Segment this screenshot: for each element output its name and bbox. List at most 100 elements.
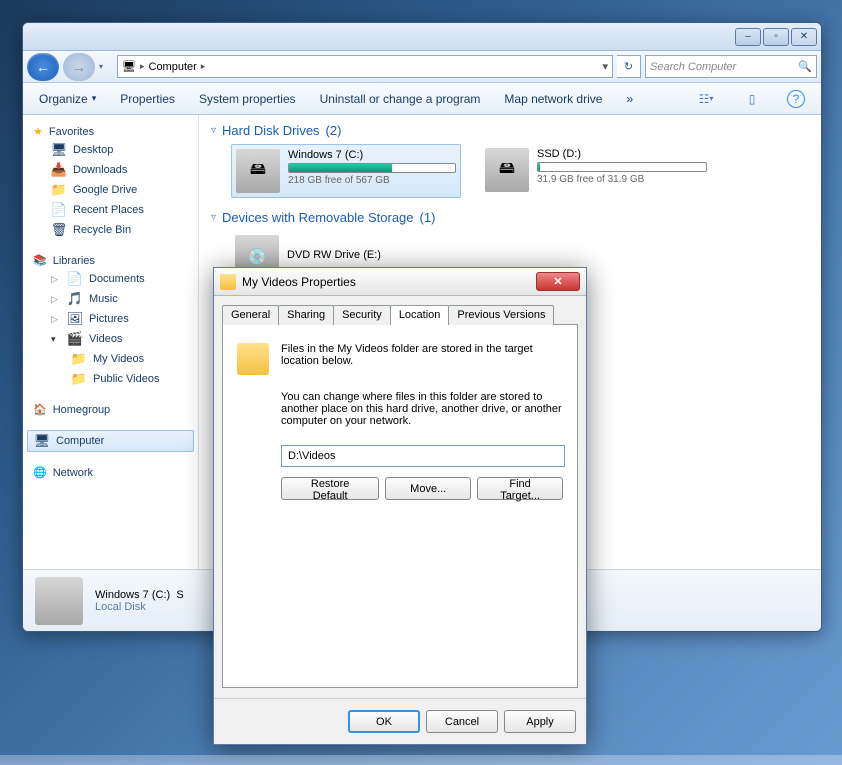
hard-drive-icon: 🖴: [485, 148, 529, 192]
sidebar-item-label: Computer: [56, 435, 104, 447]
section-count: (2): [326, 123, 342, 138]
system-properties-button[interactable]: System properties: [199, 92, 296, 106]
view-options-button[interactable]: ☷ ▾: [695, 89, 717, 109]
drive-name: Windows 7 (C:): [288, 149, 456, 161]
favorites-header[interactable]: ★Favorites: [23, 123, 198, 140]
libraries-label: Libraries: [53, 255, 95, 267]
close-button[interactable]: ✕: [791, 28, 817, 46]
apply-button[interactable]: Apply: [504, 710, 576, 733]
dialog-title: My Videos Properties: [242, 275, 356, 289]
sidebar-item-label: Recent Places: [73, 204, 144, 216]
sidebar-item-desktop[interactable]: 🖥Desktop: [23, 140, 198, 160]
minimize-icon: –: [745, 31, 751, 42]
drive-usage-bar: [288, 163, 456, 173]
drive-name: DVD RW Drive (E:): [287, 249, 457, 261]
dialog-titlebar[interactable]: My Videos Properties ✕: [214, 268, 586, 296]
nav-forward-button[interactable]: →: [63, 53, 95, 81]
libraries-header[interactable]: 📚 Libraries: [23, 252, 198, 269]
tree-collapsed-icon[interactable]: ▷: [51, 294, 61, 305]
section-label: Hard Disk Drives: [222, 123, 320, 138]
command-toolbar: Organize ▾ Properties System properties …: [23, 83, 821, 115]
refresh-button[interactable]: ↻: [617, 55, 641, 78]
desktop-icon: 🖥: [51, 142, 67, 158]
map-drive-button[interactable]: Map network drive: [504, 92, 602, 106]
collapse-icon[interactable]: ▿: [211, 125, 216, 136]
tree-collapsed-icon[interactable]: ▷: [51, 314, 61, 325]
libraries-icon: 📚: [33, 254, 47, 267]
sidebar-item-label: Recycle Bin: [73, 224, 131, 236]
network-header[interactable]: 🌐Network: [23, 464, 198, 481]
sidebar-item-google-drive[interactable]: 📁Google Drive: [23, 180, 198, 200]
homegroup-label: Homegroup: [53, 404, 110, 416]
sidebar-item-label: Pictures: [89, 313, 129, 325]
taskbar[interactable]: [0, 755, 842, 765]
find-target-button[interactable]: Find Target...: [477, 477, 563, 500]
network-icon: 🌐: [33, 466, 47, 479]
drive-usage-bar: [537, 162, 707, 172]
minimize-button[interactable]: –: [735, 28, 761, 46]
sidebar-item-documents[interactable]: ▷📄Documents: [23, 269, 198, 289]
sidebar-item-recent-places[interactable]: 📄Recent Places: [23, 200, 198, 220]
sidebar-item-videos[interactable]: ▾🎬Videos: [23, 329, 198, 349]
sidebar-item-label: Music: [89, 293, 118, 305]
search-placeholder: Search Computer: [650, 61, 736, 73]
nav-history-dropdown[interactable]: ▾: [99, 62, 113, 71]
tab-previous-versions[interactable]: Previous Versions: [448, 305, 554, 325]
restore-default-button[interactable]: Restore Default: [281, 477, 379, 500]
status-overflow: S: [176, 589, 183, 601]
search-input[interactable]: Search Computer 🔍: [645, 55, 817, 78]
breadcrumb-computer[interactable]: Computer: [149, 61, 197, 73]
location-description: You can change where files in this folde…: [281, 391, 563, 427]
sidebar-item-recycle-bin[interactable]: 🗑Recycle Bin: [23, 220, 198, 240]
videos-icon: 🎬: [67, 331, 83, 347]
search-icon: 🔍: [798, 60, 812, 73]
ok-button[interactable]: OK: [348, 710, 420, 733]
sidebar-item-label: My Videos: [93, 353, 144, 365]
address-dropdown-icon[interactable]: ▾: [602, 60, 608, 73]
uninstall-button[interactable]: Uninstall or change a program: [320, 92, 481, 106]
drive-c[interactable]: 🖴 Windows 7 (C:) 218 GB free of 567 GB: [231, 144, 461, 198]
location-intro-text: Files in the My Videos folder are stored…: [281, 343, 563, 367]
address-bar[interactable]: 🖥 ▸ Computer ▸ ▾: [117, 55, 613, 78]
tab-general[interactable]: General: [222, 305, 279, 325]
folder-icon: 📁: [71, 351, 87, 367]
section-removable[interactable]: ▿ Devices with Removable Storage (1): [211, 210, 809, 225]
sidebar-item-pictures[interactable]: ▷🖼Pictures: [23, 309, 198, 329]
maximize-button[interactable]: ▫: [763, 28, 789, 46]
sidebar-item-label: Documents: [89, 273, 145, 285]
hard-drive-icon: [35, 577, 83, 625]
nav-bar: ← → ▾ 🖥 ▸ Computer ▸ ▾ ↻ Search Computer…: [23, 51, 821, 83]
tab-security[interactable]: Security: [333, 305, 391, 325]
location-path-input[interactable]: [281, 445, 565, 467]
status-title: Windows 7 (C:): [95, 589, 170, 601]
homegroup-header[interactable]: 🏠Homegroup: [23, 401, 198, 418]
sidebar-item-music[interactable]: ▷🎵Music: [23, 289, 198, 309]
sidebar-item-computer[interactable]: 🖥Computer: [27, 430, 194, 452]
star-icon: ★: [33, 125, 43, 138]
cancel-button[interactable]: Cancel: [426, 710, 498, 733]
collapse-icon[interactable]: ▿: [211, 212, 216, 223]
tree-expanded-icon[interactable]: ▾: [51, 334, 61, 345]
tree-collapsed-icon[interactable]: ▷: [51, 274, 61, 285]
drive-d[interactable]: 🖴 SSD (D:) 31.9 GB free of 31.9 GB: [481, 144, 711, 198]
dialog-close-button[interactable]: ✕: [536, 272, 580, 291]
property-tabs: General Sharing Security Location Previo…: [222, 305, 578, 325]
close-icon: ✕: [800, 31, 808, 42]
section-hard-drives[interactable]: ▿ Hard Disk Drives (2): [211, 123, 809, 138]
sidebar-item-downloads[interactable]: 📥Downloads: [23, 160, 198, 180]
toolbar-overflow[interactable]: »: [626, 92, 633, 106]
help-button[interactable]: ?: [787, 90, 805, 108]
move-button[interactable]: Move...: [385, 477, 471, 500]
nav-back-button[interactable]: ←: [27, 53, 59, 81]
window-titlebar[interactable]: – ▫ ✕: [23, 23, 821, 51]
preview-pane-button[interactable]: ▯: [741, 89, 763, 109]
tab-sharing[interactable]: Sharing: [278, 305, 334, 325]
drive-free-text: 31.9 GB free of 31.9 GB: [537, 174, 707, 185]
tab-location[interactable]: Location: [390, 305, 450, 325]
sidebar-item-public-videos[interactable]: 📁Public Videos: [23, 369, 198, 389]
sidebar-item-my-videos[interactable]: 📁 My Videos: [23, 349, 198, 369]
sidebar-item-label: Google Drive: [73, 184, 137, 196]
sidebar-item-label: Public Videos: [93, 373, 159, 385]
properties-button[interactable]: Properties: [120, 92, 175, 106]
organize-menu[interactable]: Organize ▾: [39, 92, 96, 106]
